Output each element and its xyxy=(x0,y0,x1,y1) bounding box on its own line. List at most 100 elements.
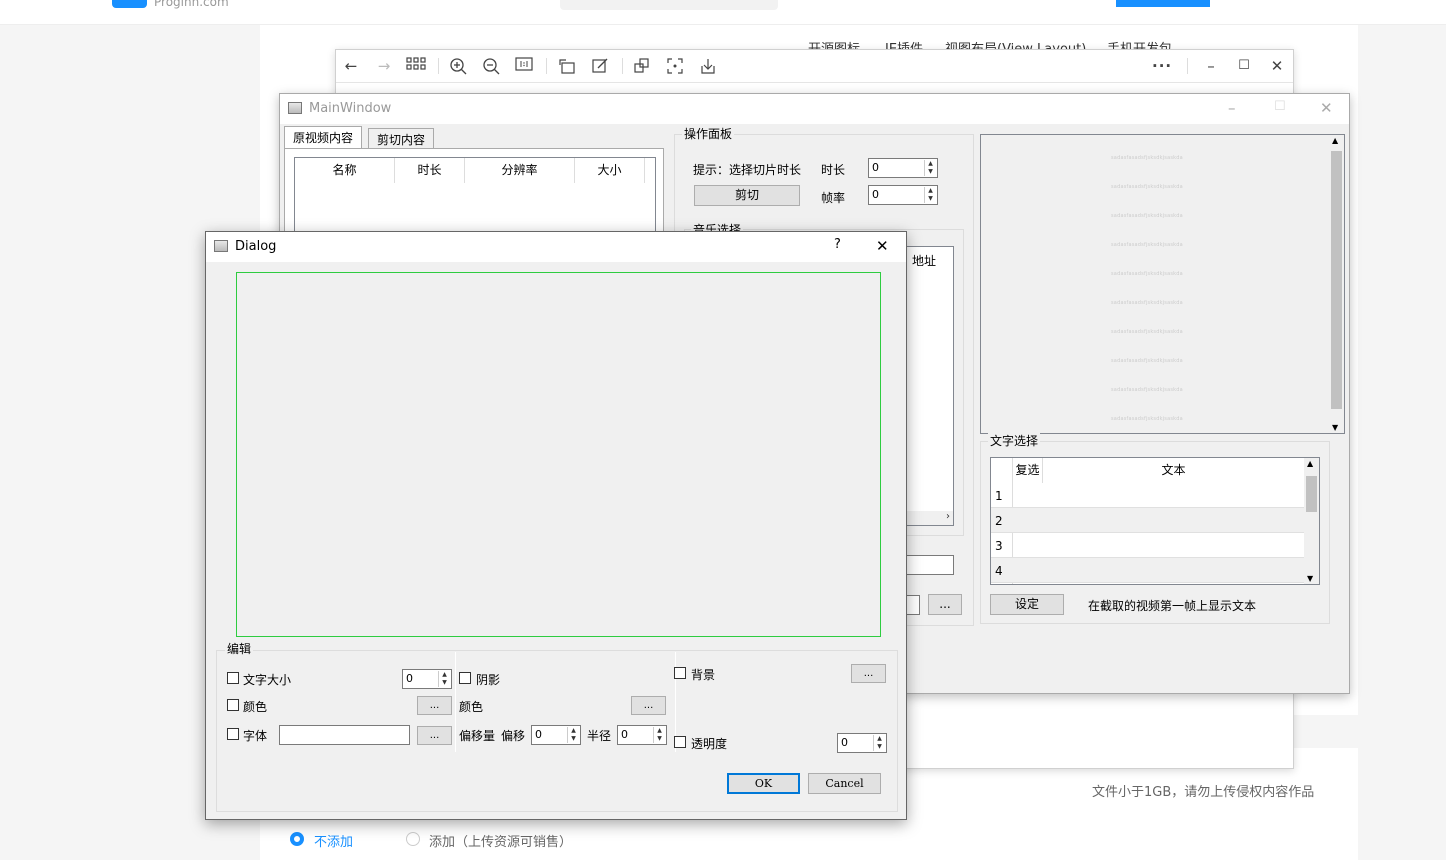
spin-arrows-icon[interactable]: ▲ ▼ xyxy=(438,671,450,687)
row-number: 3 xyxy=(995,539,1003,553)
column-header-text[interactable]: 文本 xyxy=(1043,458,1305,483)
preview-line: sadasfasadsfjsksdkjsaskda xyxy=(1111,387,1183,393)
actual-size-icon[interactable] xyxy=(514,57,534,75)
scroll-down-icon[interactable]: ▼ xyxy=(1332,423,1338,432)
column-header-duration[interactable]: 时长 xyxy=(395,158,465,183)
spin-arrows-icon[interactable]: ▲ ▼ xyxy=(653,727,665,743)
scroll-thumb[interactable] xyxy=(1331,151,1342,409)
color-checkbox[interactable] xyxy=(227,699,239,711)
spin-arrows-icon[interactable]: ▲ ▼ xyxy=(873,735,885,751)
tab-original-video[interactable]: 原视频内容 xyxy=(284,126,363,148)
cancel-button[interactable]: Cancel xyxy=(808,773,881,794)
back-arrow-icon[interactable]: ← xyxy=(341,57,361,75)
download-icon[interactable] xyxy=(698,57,718,75)
background-checkbox[interactable] xyxy=(674,667,686,679)
radius-spinbox[interactable]: 0 ▲ ▼ xyxy=(617,725,667,745)
radio-no-add-label[interactable]: 不添加 xyxy=(314,831,353,850)
table-row[interactable]: 4 xyxy=(991,558,1319,583)
scroll-down-icon[interactable]: ▼ xyxy=(1307,574,1313,583)
forward-arrow-icon[interactable]: → xyxy=(374,57,394,75)
font-picker-button[interactable]: ... xyxy=(417,726,452,745)
close-icon[interactable]: ✕ xyxy=(1320,99,1333,117)
close-icon[interactable]: ✕ xyxy=(876,237,889,255)
offset-spinbox[interactable]: 0 ▲ ▼ xyxy=(531,725,581,745)
web-menu-item[interactable]: IE插件 xyxy=(885,38,923,49)
font-size-spinbox[interactable]: 0 ▲ ▼ xyxy=(402,669,452,689)
font-field[interactable] xyxy=(279,725,410,745)
row-number: 4 xyxy=(995,564,1003,578)
spin-arrows-icon[interactable]: ▲ ▼ xyxy=(567,727,579,743)
help-icon[interactable]: ? xyxy=(834,237,841,252)
scroll-up-icon[interactable]: ▲ xyxy=(1332,136,1338,145)
duration-spinbox[interactable]: 0 ▲ ▼ xyxy=(868,158,938,178)
preview-line: sadasfasadsfjsksdkjsaskda xyxy=(1111,155,1183,161)
column-header-resolution[interactable]: 分辨率 xyxy=(465,158,575,183)
color-label: 颜色 xyxy=(243,700,268,714)
web-search-bar[interactable] xyxy=(560,0,778,10)
shadow-checkbox[interactable] xyxy=(459,672,471,684)
column-header-size[interactable]: 大小 xyxy=(575,158,645,183)
spin-arrows-icon[interactable]: ▲ ▼ xyxy=(924,187,936,203)
fullscreen-icon[interactable] xyxy=(665,57,685,75)
column-header-checkbox[interactable]: 复选 xyxy=(1013,458,1043,483)
table-row[interactable]: 3 xyxy=(991,533,1319,558)
radio-no-add[interactable] xyxy=(290,832,304,846)
spin-arrows-icon[interactable]: ▲ ▼ xyxy=(924,160,936,176)
web-menu-item[interactable]: 视图布局(View Layout) xyxy=(945,38,1086,49)
column-header-address[interactable]: 地址 xyxy=(912,252,936,269)
opacity-value: 0 xyxy=(841,736,848,749)
color-picker-button[interactable]: ... xyxy=(417,696,452,715)
shadow-color-button[interactable]: ... xyxy=(631,696,666,715)
vertical-scrollbar[interactable]: ▲ ▼ xyxy=(1304,458,1319,584)
radio-add[interactable] xyxy=(406,832,420,846)
cut-button[interactable]: 剪切 xyxy=(694,185,800,206)
browse-music-button[interactable]: ... xyxy=(928,594,962,615)
offset-sub-label: 偏移 xyxy=(501,729,526,743)
video-table: 名称 时长 分辨率 大小 xyxy=(294,157,656,237)
edit-icon[interactable] xyxy=(590,57,610,75)
web-menu-item[interactable]: 手机开发包 xyxy=(1107,38,1172,49)
minimize-icon[interactable]: – xyxy=(1228,99,1236,117)
vertical-scrollbar[interactable]: ▲ ▼ xyxy=(1329,135,1344,433)
fps-spinbox[interactable]: 0 ▲ ▼ xyxy=(868,185,938,205)
more-icon[interactable]: ··· xyxy=(1152,57,1172,75)
table-row[interactable]: 2 xyxy=(991,508,1319,533)
opacity-checkbox[interactable] xyxy=(674,736,686,748)
web-menu-item[interactable]: 开源图标 xyxy=(808,38,860,49)
toolbar-separator xyxy=(546,58,547,74)
font-size-checkbox[interactable] xyxy=(227,672,239,684)
maximize-icon[interactable]: ☐ xyxy=(1274,99,1286,114)
crop-icon[interactable] xyxy=(632,57,652,75)
minimize-icon[interactable]: – xyxy=(1201,57,1221,75)
maximize-icon[interactable]: ☐ xyxy=(1234,57,1254,75)
scroll-up-icon[interactable]: ▲ xyxy=(1307,459,1313,468)
web-upload-button[interactable] xyxy=(1116,0,1210,7)
main-window-title: MainWindow xyxy=(309,101,392,116)
scroll-thumb[interactable] xyxy=(1306,476,1317,512)
rotate-icon[interactable] xyxy=(557,57,577,75)
upload-size-note: 文件小于1GB，请勿上传侵权内容作品 xyxy=(1092,785,1315,800)
preview-line: sadasfasadsfjsksdkjsaskda xyxy=(1111,271,1183,277)
text-preview-pane: sadasfasadsfjsksdkjsaskda sadasfasadsfjs… xyxy=(980,134,1345,434)
set-text-button[interactable]: 设定 xyxy=(990,594,1064,615)
zoom-out-icon[interactable] xyxy=(481,57,501,75)
site-logo[interactable] xyxy=(112,0,147,8)
site-logo-text[interactable]: Proginn.com xyxy=(154,0,229,9)
table-row[interactable]: 1 xyxy=(991,483,1319,508)
font-checkbox[interactable] xyxy=(227,728,239,740)
radio-add-label[interactable]: 添加（上传资源可销售） xyxy=(429,831,572,850)
opacity-label: 透明度 xyxy=(691,737,728,751)
zoom-in-icon[interactable] xyxy=(448,57,468,75)
grid-icon[interactable] xyxy=(406,57,426,75)
font-size-value: 0 xyxy=(406,672,413,685)
close-icon[interactable]: ✕ xyxy=(1267,57,1287,75)
column-header-name[interactable]: 名称 xyxy=(295,158,395,183)
tab-cut-content[interactable]: 剪切内容 xyxy=(368,128,435,148)
radius-label: 半径 xyxy=(587,729,612,743)
scroll-right-icon[interactable]: › xyxy=(946,511,950,522)
background-color-button[interactable]: ... xyxy=(851,664,886,683)
preview-line: sadasfasadsfjsksdkjsaskda xyxy=(1111,242,1183,248)
ok-button[interactable]: OK xyxy=(727,773,800,794)
dialog-window: Dialog ? ✕ 编辑 文字大小 0 ▲ ▼ 颜色 ... 字体 ... 阴影… xyxy=(205,231,907,820)
opacity-spinbox[interactable]: 0 ▲ ▼ xyxy=(837,733,887,753)
